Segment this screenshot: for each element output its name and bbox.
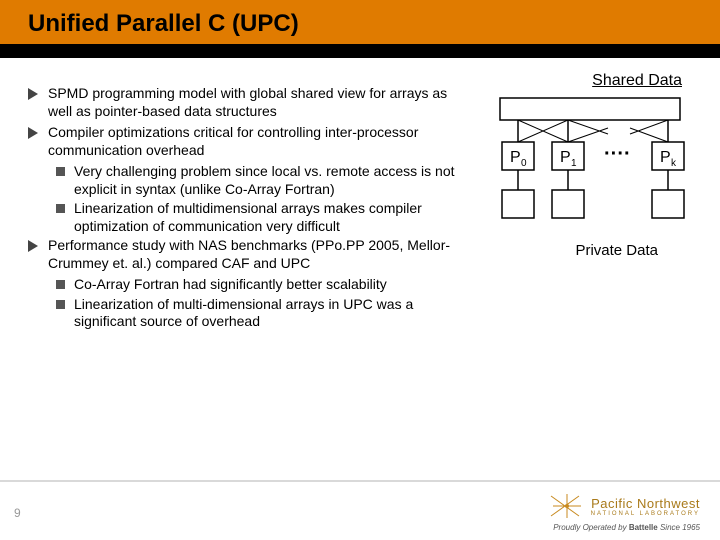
svg-text:P: P [660,149,671,166]
operator-line: Proudly Operated by Battelle Since 1965 [549,523,700,532]
brand-sub: NATIONAL LABORATORY [591,511,700,517]
pnnl-star-icon [549,492,585,520]
slide-number: 9 [14,506,21,520]
sub-bullet-text: Co-Array Fortran had significantly bette… [74,276,387,294]
slide-footer: 9 Pacific Northwest NATIONAL LABORATORY … [0,480,720,540]
sub-bullet-text: Linearization of multidimensional arrays… [74,200,468,235]
bullet-text: Compiler optimizations critical for cont… [48,124,468,159]
pnnl-logo-area: Pacific Northwest NATIONAL LABORATORY Pr… [549,492,700,532]
bullet-item: Compiler optimizations critical for cont… [28,124,468,159]
slide-title: Unified Parallel C (UPC) [28,10,720,38]
bullet-item: SPMD programming model with global share… [28,85,468,120]
svg-text:0: 0 [521,158,527,169]
brand-name: Pacific Northwest [591,496,700,511]
sub-bullet-item: Very challenging problem since local vs.… [56,163,468,198]
svg-text:····: ···· [604,143,631,165]
sub-bullet-item: Linearization of multidimensional arrays… [56,200,468,235]
sub-bullet-text: Very challenging problem since local vs.… [74,163,468,198]
bullet-content: SPMD programming model with global share… [28,85,468,333]
bullet-text: SPMD programming model with global share… [48,85,468,120]
sub-bullet-text: Linearization of multi-dimensional array… [74,296,468,331]
private-data-label: Private Data [575,242,658,259]
svg-text:P: P [560,149,571,166]
sub-bullet-item: Linearization of multi-dimensional array… [56,296,468,331]
svg-text:P: P [510,149,521,166]
svg-text:1: 1 [571,158,577,169]
shared-data-diagram: Shared Data P 0 P 1 P k ···· Priva [490,72,700,272]
bullet-text: Performance study with NAS benchmarks (P… [48,237,468,272]
pnnl-logo: Pacific Northwest NATIONAL LABORATORY [549,492,700,520]
sub-bullet-item: Co-Array Fortran had significantly bette… [56,276,468,294]
svg-text:k: k [671,158,677,169]
shared-data-label: Shared Data [592,72,682,90]
title-bar: Unified Parallel C (UPC) [0,0,720,58]
bullet-item: Performance study with NAS benchmarks (P… [28,237,468,272]
